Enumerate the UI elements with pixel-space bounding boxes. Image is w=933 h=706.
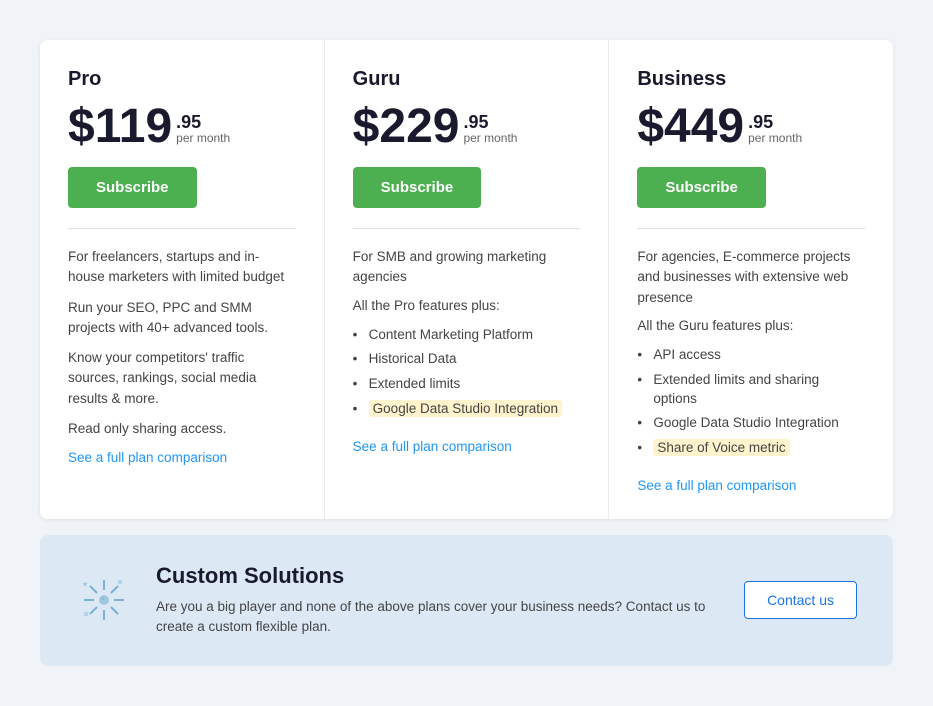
price-cents-block-guru: .95 per month	[463, 113, 517, 147]
plan-desc-pro-0: For freelancers, startups and in-house m…	[68, 247, 296, 288]
price-period-pro: per month	[176, 131, 230, 147]
price-period-business: per month	[748, 131, 802, 147]
custom-solutions-icon	[76, 572, 132, 628]
price-main-business: $449	[637, 103, 744, 151]
price-cents-block-business: .95 per month	[748, 113, 802, 147]
feature-business-2: Google Data Studio Integration	[637, 411, 865, 436]
feature-business-3: Share of Voice metric	[637, 436, 865, 461]
contact-button[interactable]: Contact us	[744, 581, 857, 619]
custom-solutions-desc: Are you a big player and none of the abo…	[156, 597, 720, 638]
price-period-guru: per month	[463, 131, 517, 147]
plan-name-business: Business	[637, 68, 865, 91]
price-row-pro: $119 .95 per month	[68, 103, 296, 151]
features-list-guru: Content Marketing Platform Historical Da…	[353, 323, 581, 423]
see-plan-link-guru[interactable]: See a full plan comparison	[353, 439, 512, 454]
price-cents-block-pro: .95 per month	[176, 113, 230, 147]
plan-name-guru: Guru	[353, 68, 581, 91]
stars-icon	[76, 572, 132, 628]
feature-guru-2: Extended limits	[353, 372, 581, 397]
feature-business-1: Extended limits and sharing options	[637, 368, 865, 412]
see-plan-link-business[interactable]: See a full plan comparison	[637, 478, 796, 493]
subscribe-button-pro[interactable]: Subscribe	[68, 167, 197, 208]
feature-guru-0: Content Marketing Platform	[353, 323, 581, 348]
plan-desc-business-0: For agencies, E-commerce projects and bu…	[637, 247, 865, 308]
price-cents-guru: .95	[463, 113, 488, 131]
price-row-guru: $229 .95 per month	[353, 103, 581, 151]
price-cents-pro: .95	[176, 113, 201, 131]
features-label-guru: All the Pro features plus:	[353, 298, 581, 313]
price-main-guru: $229	[353, 103, 460, 151]
plan-desc-pro-2: Know your competitors' traffic sources, …	[68, 348, 296, 409]
price-row-business: $449 .95 per month	[637, 103, 865, 151]
plans-container: Pro $119 .95 per month Subscribe For fre…	[40, 40, 893, 519]
plan-card-guru: Guru $229 .95 per month Subscribe For SM…	[325, 40, 610, 519]
price-cents-business: .95	[748, 113, 773, 131]
subscribe-button-business[interactable]: Subscribe	[637, 167, 766, 208]
divider-guru	[353, 228, 581, 229]
plan-card-pro: Pro $119 .95 per month Subscribe For fre…	[40, 40, 325, 519]
see-plan-link-pro[interactable]: See a full plan comparison	[68, 450, 227, 465]
features-label-business: All the Guru features plus:	[637, 318, 865, 333]
plan-name-pro: Pro	[68, 68, 296, 91]
page-wrapper: Pro $119 .95 per month Subscribe For fre…	[20, 20, 913, 686]
feature-guru-3: Google Data Studio Integration	[353, 397, 581, 422]
subscribe-button-guru[interactable]: Subscribe	[353, 167, 482, 208]
plan-card-business: Business $449 .95 per month Subscribe Fo…	[609, 40, 893, 519]
custom-solutions-text: Custom Solutions Are you a big player an…	[156, 563, 720, 638]
plan-desc-pro-1: Run your SEO, PPC and SMM projects with …	[68, 298, 296, 339]
highlight-business-3: Share of Voice metric	[653, 439, 789, 456]
custom-solutions-section: Custom Solutions Are you a big player an…	[40, 535, 893, 666]
highlight-guru-3: Google Data Studio Integration	[369, 400, 562, 417]
plan-desc-guru-0: For SMB and growing marketing agencies	[353, 247, 581, 288]
custom-solutions-title: Custom Solutions	[156, 563, 720, 589]
price-main-pro: $119	[68, 103, 172, 151]
feature-guru-1: Historical Data	[353, 347, 581, 372]
divider-business	[637, 228, 865, 229]
plan-desc-pro-3: Read only sharing access.	[68, 419, 296, 439]
divider-pro	[68, 228, 296, 229]
features-list-business: API access Extended limits and sharing o…	[637, 343, 865, 461]
feature-business-0: API access	[637, 343, 865, 368]
